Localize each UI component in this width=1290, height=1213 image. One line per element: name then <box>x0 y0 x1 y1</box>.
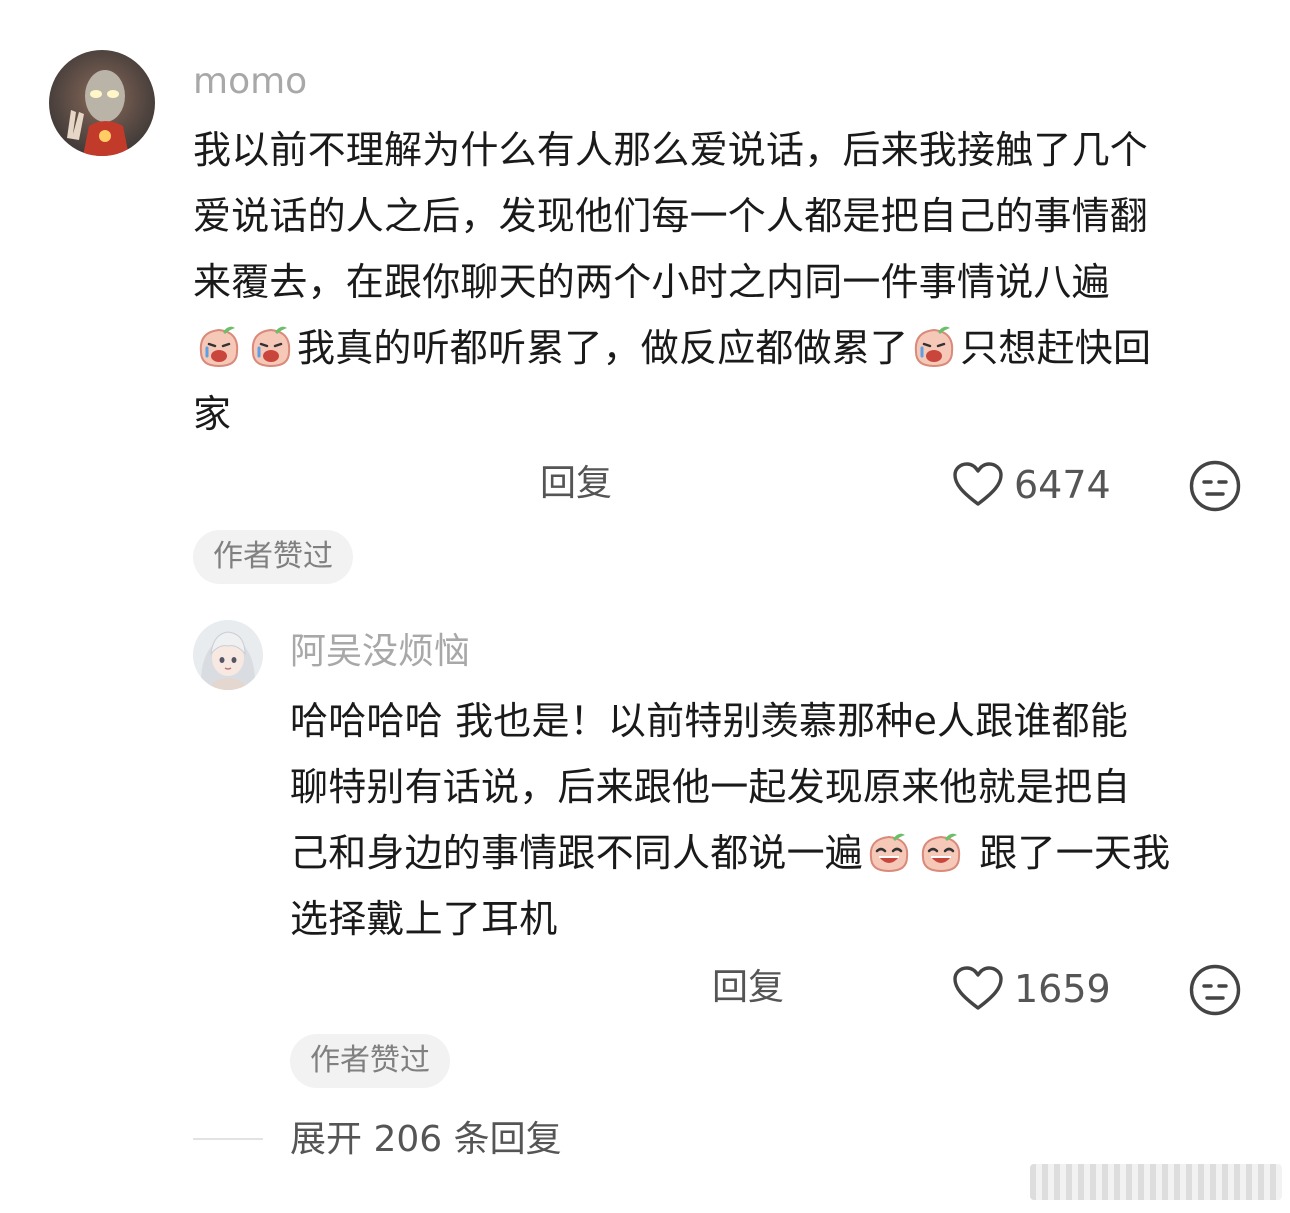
neutral-face-icon[interactable] <box>1189 460 1241 512</box>
comment-segment: 己和身边的事情跟不同人都说一遍 <box>290 831 864 875</box>
comment-line: 选择戴上了耳机 <box>290 897 558 941</box>
comment-line: 聊特别有话说，后来跟他一起发现原来他就是把自 <box>290 765 1131 809</box>
comment-text: 哈哈哈哈 我也是！以前特别羡慕那种e人跟谁都能 聊特别有话说，后来跟他一起发现原… <box>290 688 1250 952</box>
comment-line: 爱说话的人之后，发现他们每一个人都是把自己的事情翻 <box>193 194 1149 238</box>
like-count: 6474 <box>1014 463 1111 507</box>
comment-line: 我以前不理解为什么有人那么爱说话，后来我接触了几个 <box>193 128 1149 172</box>
like-count: 1659 <box>1014 967 1111 1011</box>
expand-replies-button[interactable]: 展开 206 条回复 <box>290 1118 562 1162</box>
reply-button[interactable]: 回复 <box>712 966 784 1010</box>
reply-button[interactable]: 回复 <box>540 462 612 506</box>
comment-segment: 我真的听都听累了，做反应都做累了 <box>297 326 909 370</box>
divider <box>193 1138 263 1140</box>
heart-outline-icon <box>952 462 1004 508</box>
crying-face-emoji <box>910 322 958 370</box>
username[interactable]: 阿吴没烦恼 <box>290 630 470 674</box>
comment-segment: 只想赶快回 <box>960 326 1152 370</box>
author-liked-badge: 作者赞过 <box>193 530 353 584</box>
avatar[interactable] <box>193 620 263 690</box>
author-liked-badge: 作者赞过 <box>290 1034 450 1088</box>
crying-face-emoji <box>195 322 243 370</box>
ultraman-avatar-icon <box>49 50 155 156</box>
anime-girl-avatar-icon <box>193 620 263 690</box>
laughing-face-emoji <box>917 827 965 875</box>
neutral-face-icon[interactable] <box>1189 964 1241 1016</box>
comment-line: 家 <box>193 392 232 436</box>
like-button[interactable]: 6474 <box>952 462 1111 508</box>
comment-line: 来覆去，在跟你聊天的两个小时之内同一件事情说八遍 <box>193 260 1110 304</box>
heart-outline-icon <box>952 966 1004 1012</box>
crying-face-emoji <box>247 322 295 370</box>
comment-line: 我真的听都听累了，做反应都做累了 只想赶快回 <box>193 315 1253 381</box>
username[interactable]: momo <box>193 60 307 104</box>
comment-line: 哈哈哈哈 我也是！以前特别羡慕那种e人跟谁都能 <box>290 699 1129 743</box>
avatar[interactable] <box>49 50 155 156</box>
scroll-indicator <box>1030 1164 1282 1200</box>
comment-segment: 跟了一天我 <box>967 831 1171 875</box>
comment-text: 我以前不理解为什么有人那么爱说话，后来我接触了几个 爱说话的人之后，发现他们每一… <box>193 117 1253 447</box>
comment-line: 己和身边的事情跟不同人都说一遍 跟了一天我 <box>290 820 1250 886</box>
like-button[interactable]: 1659 <box>952 966 1111 1012</box>
laughing-face-emoji <box>865 827 913 875</box>
